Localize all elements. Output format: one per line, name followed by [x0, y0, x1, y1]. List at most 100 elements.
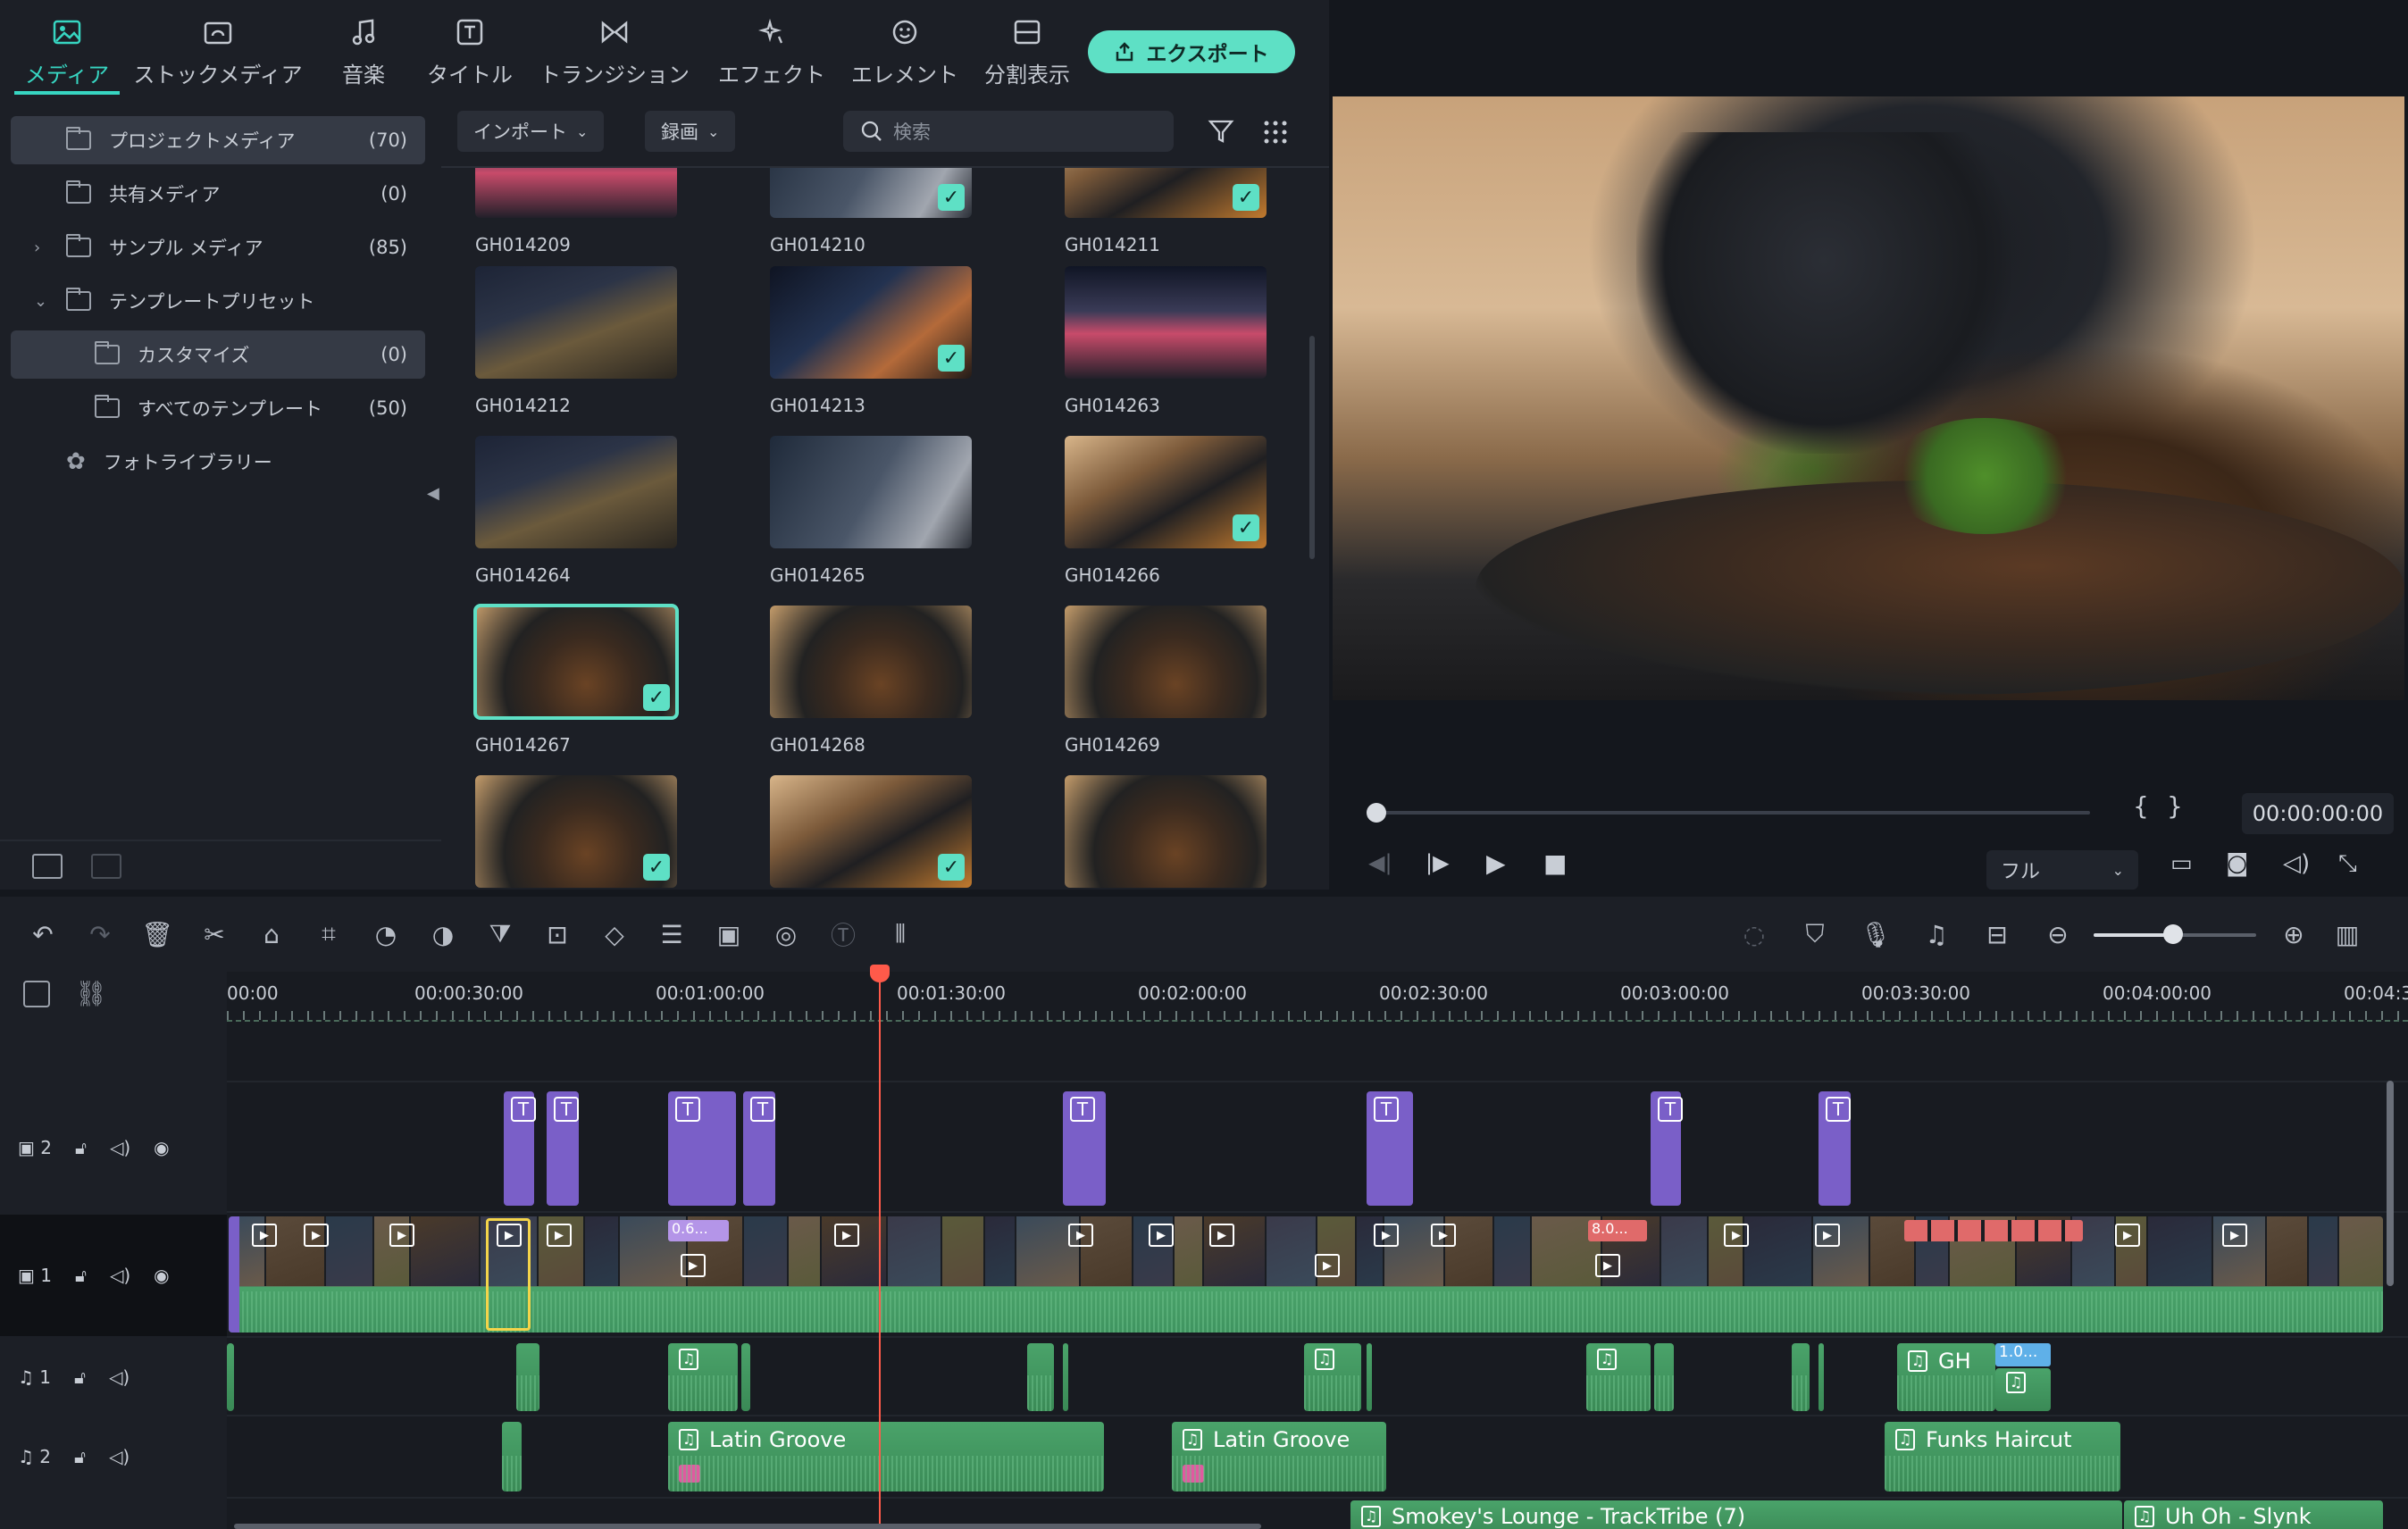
stabilize-icon[interactable]: ▣ [713, 918, 745, 950]
media-clip[interactable]: ✓ GH014266 [1065, 436, 1270, 586]
clip-thumbnail[interactable] [475, 168, 677, 218]
visibility-icon[interactable]: ◉ [154, 1137, 169, 1158]
media-clip[interactable]: ✓ [475, 775, 681, 890]
volume-icon[interactable]: ◁) [2283, 850, 2310, 877]
library-item-photo-library[interactable]: ✿ フォトライブラリー [11, 438, 425, 486]
link-icon[interactable]: ⛓︎ [75, 979, 107, 1008]
filter-icon[interactable] [1208, 118, 1234, 145]
import-dropdown[interactable]: インポート ⌄ [457, 111, 605, 152]
audio-clip[interactable] [1027, 1343, 1054, 1411]
clip-thumbnail[interactable]: ✓ [475, 775, 677, 888]
audio-clip[interactable]: ♫ [1304, 1343, 1361, 1411]
clip-thumbnail[interactable] [1065, 606, 1267, 718]
audio-clip-latin-groove[interactable]: ♫ Latin Groove [668, 1422, 1104, 1491]
video-clip-segment[interactable] [326, 1216, 374, 1286]
lock-icon[interactable]: 🔓︎ [74, 1446, 86, 1467]
clip-thumbnail[interactable]: ✓ [473, 604, 679, 720]
mark-in-button[interactable]: { [2133, 791, 2149, 821]
zoom-knob[interactable] [2163, 924, 2183, 944]
mute-icon[interactable]: ◁) [109, 1446, 130, 1467]
fit-timeline-icon[interactable]: ⊟ [1981, 918, 2013, 950]
title-clip[interactable]: T [743, 1091, 775, 1206]
clip-thumbnail[interactable] [475, 436, 677, 548]
clip-thumbnail[interactable]: ✓ [770, 775, 972, 888]
stop-icon[interactable]: ■ [1543, 848, 1567, 878]
media-clip[interactable]: GH014264 [475, 436, 681, 586]
clip-thumbnail[interactable]: ✓ [770, 266, 972, 379]
tab-transition[interactable]: トランジション [538, 0, 691, 95]
audio-clip[interactable]: ♫ [1995, 1368, 2051, 1411]
video-clip-segment[interactable] [942, 1216, 985, 1286]
clip-thumbnail[interactable]: ✓ [1065, 168, 1267, 218]
audio-clip[interactable] [1063, 1343, 1068, 1411]
audio-clip-latin-groove[interactable]: ♫ Latin Groove [1172, 1422, 1386, 1491]
clip-start-handle[interactable] [229, 1216, 239, 1333]
render-icon[interactable]: ◌ [1738, 918, 1770, 950]
tab-media[interactable]: メディア [14, 0, 120, 95]
delete-icon[interactable]: 🗑︎ [141, 918, 173, 950]
title-clip[interactable]: T [504, 1091, 536, 1206]
video-clip-segment[interactable] [411, 1216, 481, 1286]
tab-music[interactable]: 音楽 [332, 0, 395, 95]
media-clip[interactable]: GH014268 [770, 606, 975, 756]
speed-icon[interactable]: ◔ [370, 918, 402, 950]
mute-icon[interactable]: ◁) [109, 1366, 130, 1388]
mask-icon[interactable]: ◇ [598, 918, 631, 950]
tab-stock-media[interactable]: ストックメディア [129, 0, 307, 95]
new-folder-icon[interactable] [32, 854, 63, 879]
step-forward-icon[interactable]: |▶ [1426, 850, 1450, 875]
media-clip[interactable] [1065, 775, 1270, 890]
text-to-speech-icon[interactable]: Ⓣ [827, 918, 859, 950]
timeline-view-icon[interactable]: ▥ [2331, 918, 2363, 950]
audio-clip[interactable]: ♫ [1586, 1343, 1651, 1411]
chevron-down-icon[interactable]: ⌄ [34, 292, 47, 311]
mute-icon[interactable]: ◁) [110, 1265, 130, 1286]
video-clip-segment[interactable] [2267, 1216, 2309, 1286]
title-clip[interactable]: T [1063, 1091, 1106, 1206]
play-icon[interactable]: ▶ [1486, 848, 1506, 878]
audio-clip[interactable] [502, 1422, 522, 1491]
library-item-customize[interactable]: カスタマイズ (0) [11, 330, 425, 379]
export-button[interactable]: エクスポート [1088, 30, 1295, 73]
video-clip-segment[interactable] [1175, 1216, 1204, 1286]
audio-clip-uh-oh[interactable]: ♫ Uh Oh - Slynk [2124, 1500, 2383, 1529]
timeline-vertical-scrollbar[interactable] [2387, 1081, 2394, 1286]
audio-clip[interactable]: ♫ GH [1897, 1343, 1995, 1411]
motion-track-icon[interactable]: ⊡ [541, 918, 573, 950]
clip-thumbnail[interactable]: ✓ [770, 168, 972, 218]
tag-icon[interactable]: ⌂ [255, 918, 288, 950]
preview-video[interactable] [1333, 96, 2404, 700]
mute-icon[interactable]: ◁) [110, 1137, 130, 1158]
video-clip-segment[interactable] [2309, 1216, 2339, 1286]
library-item-shared-media[interactable]: 共有メディア (0) [11, 170, 425, 218]
media-clip[interactable]: GH014265 [770, 436, 975, 586]
chevron-right-icon[interactable]: › [34, 238, 40, 257]
audio-clip[interactable]: ♫ [668, 1343, 738, 1411]
adjust-icon[interactable]: ☰ [656, 918, 688, 950]
audio-stretch-icon[interactable]: ◎ [770, 918, 802, 950]
add-track-icon[interactable] [23, 981, 50, 1007]
library-item-sample-media[interactable]: › サンプル メディア (85) [11, 223, 425, 272]
library-item-project-media[interactable]: プロジェクトメディア (70) [11, 116, 425, 164]
waveform-icon[interactable]: ⦀ [884, 918, 916, 950]
video-clip-segment[interactable] [744, 1216, 789, 1286]
clip-thumbnail[interactable]: ✓ [1065, 436, 1267, 548]
tab-element[interactable]: エレメント [850, 0, 959, 95]
video-clip-segment[interactable] [1661, 1216, 1709, 1286]
title-clip[interactable]: T [1651, 1091, 1683, 1206]
title-clip[interactable]: T [668, 1091, 736, 1206]
lock-icon[interactable]: 🔓︎ [75, 1137, 87, 1158]
redo-icon[interactable]: ↷ [84, 918, 116, 950]
color-icon[interactable]: ◑ [427, 918, 459, 950]
track-header-audio-1[interactable]: ♫ 1 🔓︎ ◁) [0, 1340, 227, 1415]
microphone-icon[interactable]: 🎙︎ [1860, 918, 1892, 950]
audio-clip[interactable] [516, 1343, 539, 1411]
video-clip-segment[interactable] [789, 1216, 822, 1286]
mark-out-button[interactable]: } [2167, 791, 2183, 821]
clip-thumbnail[interactable] [770, 436, 972, 548]
tab-effect[interactable]: エフェクト [715, 0, 829, 95]
media-clip[interactable]: ✓ GH014210 [770, 168, 975, 255]
track-header-video-2[interactable]: ▣ 2 🔓︎ ◁) ◉ [0, 1084, 227, 1211]
marker-icon[interactable]: ⛉ [1799, 918, 1831, 950]
collapse-panel-icon[interactable]: ◀ [427, 484, 439, 503]
